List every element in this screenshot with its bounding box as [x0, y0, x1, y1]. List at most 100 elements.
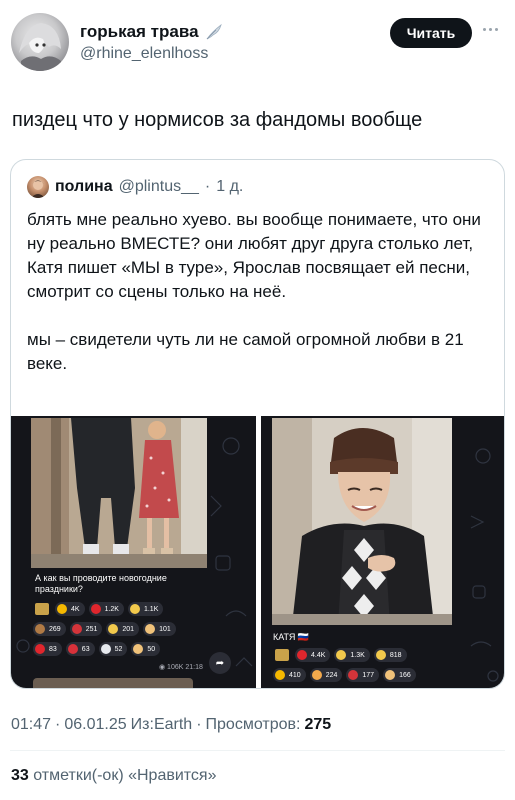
heart-eyes-icon — [57, 604, 67, 614]
media-image-left[interactable]: А как вы проводите новогодние праздники?… — [11, 416, 256, 688]
reaction-count: 4K — [71, 605, 80, 613]
reaction-count: 269 — [49, 625, 61, 633]
reaction-count: 224 — [325, 671, 338, 679]
separator-dot: · — [204, 178, 211, 195]
quoted-author-avatar[interactable] — [27, 176, 49, 198]
reaction-count: 52 — [114, 645, 123, 653]
photo-man-fur-hat — [272, 418, 452, 625]
heart-icon — [297, 650, 307, 660]
next-post-preview — [33, 678, 193, 688]
reaction-pill[interactable]: 177 — [346, 668, 380, 682]
separator-dot: · — [55, 716, 61, 733]
author-display-name[interactable]: горькая трава — [80, 22, 224, 42]
reaction-pill[interactable]: 4K — [55, 602, 85, 616]
author-name-text: горькая трава — [80, 22, 199, 41]
likes-summary[interactable]: 33 отметки(-ок) «Нравится» — [11, 767, 216, 785]
quoted-author-handle[interactable]: @plintus__ — [119, 178, 199, 196]
tweet-date[interactable]: 06.01.25 — [64, 716, 126, 734]
quoted-paragraph-1: блять мне реально хуево. вы вообще поним… — [27, 210, 481, 301]
reaction-pill[interactable]: 4.4K — [295, 648, 331, 662]
reaction-pill[interactable]: 52 — [98, 642, 128, 656]
scream-icon — [129, 604, 140, 614]
quoted-tweet-header: полина @plintus__ · 1 д. — [27, 176, 243, 198]
reaction-count: 1.1K — [143, 605, 159, 613]
reaction-count: 166 — [399, 671, 411, 679]
reaction-pill[interactable]: 818 — [373, 648, 407, 662]
strawberry-icon — [67, 644, 78, 654]
avatar-image — [19, 23, 61, 71]
reaction-count: 1.2K — [104, 605, 119, 613]
likes-count: 33 — [11, 767, 29, 784]
reaction-count: 177 — [362, 671, 375, 679]
post-caption-right: КАТЯ 🇷🇺 — [273, 632, 310, 642]
reaction-count: 50 — [147, 645, 156, 653]
point-left-icon — [145, 624, 156, 634]
reactions-row-3-left: 83 63 52 50 — [33, 642, 161, 656]
broken-heart-icon — [71, 624, 82, 634]
tweet-source: Из:Earth — [130, 716, 193, 733]
reactions-row-2-left: 269 251 201 101 — [33, 622, 176, 636]
sticker-icon — [275, 649, 289, 661]
quoted-tweet[interactable]: полина @plintus__ · 1 д. блять мне реаль… — [10, 159, 505, 689]
reaction-count: 410 — [289, 671, 301, 679]
quoted-tweet-text: блять мне реально хуево. вы вообще поним… — [27, 208, 497, 376]
reaction-pill[interactable]: 1.1K — [127, 602, 164, 616]
reaction-pill[interactable] — [273, 648, 291, 662]
reaction-count: 4.4K — [311, 651, 326, 659]
feather-icon — [204, 23, 224, 41]
reaction-pill[interactable]: 224 — [309, 668, 343, 682]
sticker-icon — [35, 603, 49, 615]
reaction-count: 818 — [389, 651, 402, 659]
reactions-row-1-right: 4.4K 1.3K 818 — [273, 648, 407, 662]
likes-label: отметки(-ок) «Нравится» — [33, 767, 217, 784]
author-avatar[interactable] — [11, 13, 69, 71]
reaction-count: 1.3K — [350, 651, 365, 659]
reactions-row-2-right: 410 224 177 166 — [273, 668, 416, 682]
reaction-pill[interactable]: 1.2K — [88, 602, 124, 616]
reaction-pill[interactable]: 166 — [383, 668, 416, 682]
reaction-pill[interactable]: 269 — [33, 622, 66, 636]
tweet-meta: 01:47 · 06.01.25 Из:Earth · Просмотров: … — [11, 716, 331, 734]
views-label: Просмотров: — [205, 716, 301, 733]
reaction-pill[interactable]: 101 — [143, 622, 176, 636]
dove-icon — [100, 644, 111, 654]
post-caption-left: А как вы проводите новогодние праздники? — [35, 573, 167, 594]
post-views-left: ◉ 106K 21:18 — [159, 664, 203, 671]
reaction-pill[interactable]: 251 — [69, 622, 103, 636]
reaction-count: 101 — [159, 625, 171, 633]
reaction-pill[interactable]: 201 — [106, 622, 140, 636]
heart-icon — [35, 644, 45, 654]
tweet-time[interactable]: 01:47 — [11, 716, 51, 734]
share-arrow-icon[interactable]: ➦ — [209, 652, 231, 674]
reaction-pill[interactable]: 410 — [273, 668, 306, 682]
divider — [10, 750, 505, 751]
clap-icon — [133, 644, 144, 654]
reaction-count: 63 — [81, 645, 90, 653]
heart-eyes-icon — [275, 670, 285, 680]
views-count: 275 — [304, 716, 332, 733]
reaction-pill[interactable]: 83 — [33, 642, 62, 656]
quoted-author-name[interactable]: полина — [55, 178, 113, 196]
heart-icon — [90, 604, 101, 614]
quoted-tweet-time[interactable]: 1 д. — [216, 178, 243, 196]
reaction-pill[interactable]: 63 — [65, 642, 95, 656]
tweet-text: пиздец что у нормисов за фандомы вообще — [12, 109, 423, 131]
follow-button[interactable]: Читать — [390, 18, 472, 48]
more-dots-icon[interactable] — [483, 22, 505, 36]
quoted-paragraph-2: мы – свидетели чуть ли не самой огромной… — [27, 330, 464, 373]
reaction-count: 83 — [49, 645, 57, 653]
broken-heart-icon — [348, 670, 359, 680]
reaction-pill[interactable]: 1.3K — [334, 648, 370, 662]
author-handle[interactable]: @rhine_elenlhoss — [80, 45, 208, 63]
love-face-icon — [311, 670, 322, 680]
thinking-icon — [108, 624, 119, 634]
quoted-media: А как вы проводите новогодние праздники?… — [11, 416, 504, 688]
point-left-icon — [385, 670, 396, 680]
reaction-pill[interactable]: 50 — [131, 642, 161, 656]
monkey-icon — [35, 624, 45, 634]
thinking-icon — [375, 650, 386, 660]
reaction-pill[interactable] — [33, 602, 51, 616]
media-image-right[interactable]: КАТЯ 🇷🇺 4.4K 1.3K 818 410 224 177 166 — [261, 416, 504, 688]
laughing-icon — [336, 650, 347, 660]
